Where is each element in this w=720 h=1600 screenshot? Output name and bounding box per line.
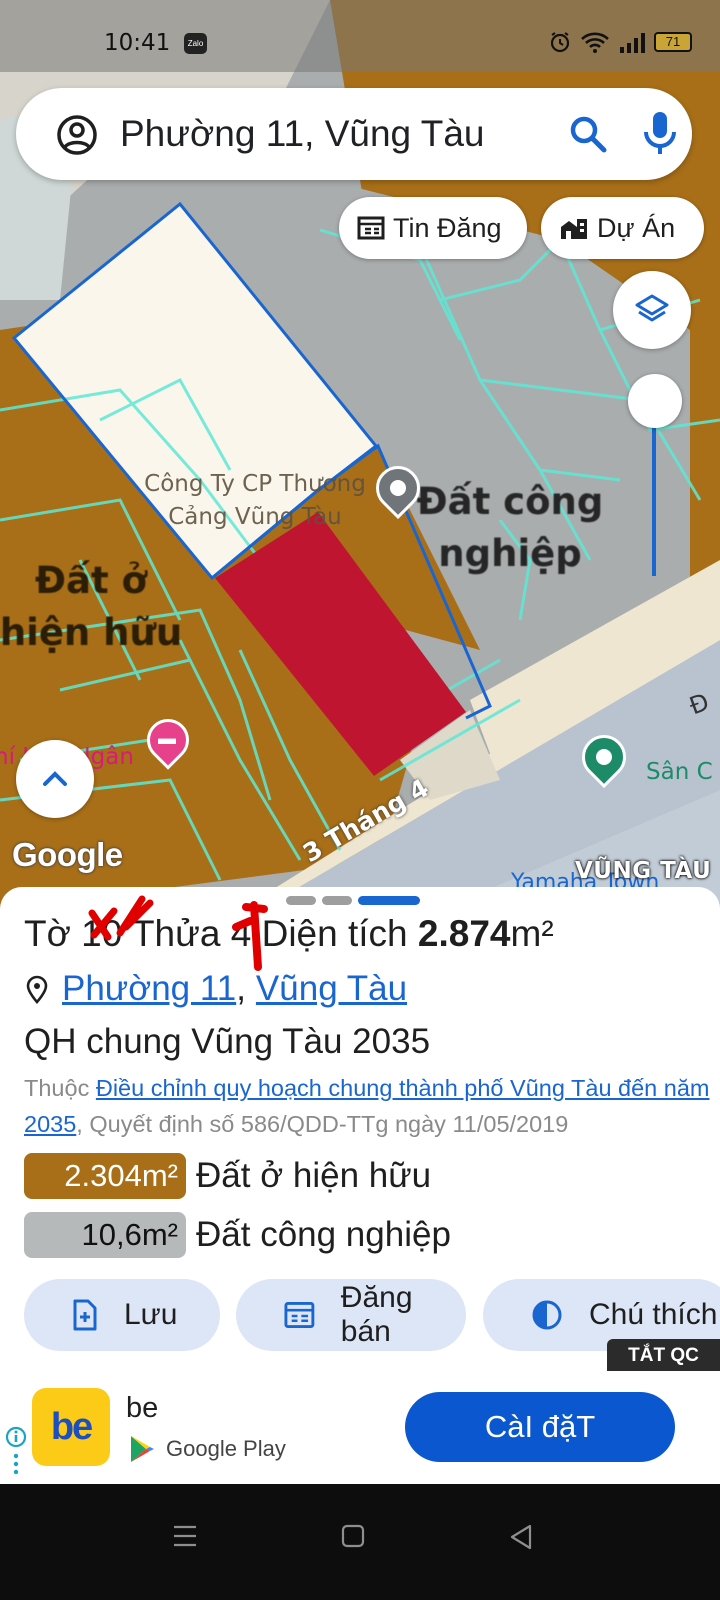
- search-icon[interactable]: [568, 114, 608, 154]
- opacity-slider-knob[interactable]: [628, 374, 682, 428]
- red-scribble-parcel: [232, 901, 268, 971]
- save-label: Lưu: [124, 1298, 178, 1331]
- add-file-icon: [73, 1299, 97, 1331]
- news-chip-label: Tin Đăng: [393, 212, 502, 243]
- sheet-handle[interactable]: [286, 896, 420, 905]
- zone-row-residential: 2.304m² Đất ở hiện hữu: [24, 1153, 431, 1199]
- plan-description: Thuộc Điều chỉnh quy hoạch chung thành p…: [24, 1070, 714, 1142]
- ad-info-icon[interactable]: [4, 1426, 30, 1482]
- news-chip[interactable]: Tin Đăng: [339, 197, 527, 259]
- listing-icon: [284, 1302, 315, 1328]
- post-sale-button[interactable]: Đăng bán: [236, 1279, 466, 1351]
- system-nav-bar: [0, 1484, 720, 1600]
- ward-link[interactable]: Phường 11: [62, 969, 236, 1009]
- ad-app-name[interactable]: be: [126, 1392, 158, 1425]
- layers-button[interactable]: [613, 271, 691, 349]
- map-label-industrial-zone: Đất công nghiệp: [416, 480, 604, 575]
- map-view[interactable]: Công Ty CP Thương Cảng Vũng Tàu Đất công…: [0, 0, 720, 910]
- map-label-company: Công Ty CP Thương Cảng Vũng Tàu: [144, 471, 366, 530]
- chevron-up-icon: [43, 771, 67, 786]
- status-icons: 71: [548, 30, 692, 54]
- layers-icon: [635, 294, 669, 322]
- google-logo: Google: [12, 836, 123, 873]
- zone-area-badge: 10,6m²: [24, 1212, 186, 1258]
- projects-chip-label: Dự Án: [597, 212, 676, 243]
- zone-label: Đất ở hiện hữu: [196, 1156, 432, 1195]
- zone-row-industrial: 10,6m² Đất công nghiệp: [24, 1212, 451, 1258]
- battery-icon: 71: [654, 32, 692, 52]
- buildings-icon: [561, 219, 587, 239]
- legend-label: Chú thích: [589, 1298, 718, 1331]
- area-unit: m²: [510, 913, 554, 954]
- expand-up-button[interactable]: [16, 740, 94, 818]
- save-button[interactable]: Lưu: [24, 1279, 220, 1351]
- zone-label: Đất công nghiệp: [196, 1215, 451, 1254]
- wifi-icon: [581, 32, 609, 53]
- signal-icon: [620, 33, 645, 53]
- mic-icon[interactable]: [642, 110, 678, 158]
- home-nav-icon[interactable]: [341, 1524, 365, 1548]
- be-app-logo[interactable]: be: [32, 1388, 110, 1466]
- status-bar: 10:41 Zalo 71: [0, 0, 720, 72]
- contrast-icon: [532, 1300, 562, 1330]
- search-input[interactable]: [120, 106, 540, 162]
- location-line: Phường 11, Vũng Tàu: [24, 969, 407, 1009]
- google-play-label: Google Play: [166, 1436, 286, 1461]
- plan-decision: , Quyết định số 586/QDD-TTg ngày 11/05/2…: [76, 1111, 569, 1137]
- city-link[interactable]: Vũng Tàu: [256, 969, 407, 1009]
- search-bar[interactable]: [16, 88, 692, 180]
- turn-off-ads-button[interactable]: TẮT QC: [607, 1339, 720, 1373]
- google-play-icon: [131, 1436, 154, 1462]
- post-sale-label: Đăng bán: [340, 1281, 413, 1348]
- zalo-notification-icon: Zalo: [184, 33, 207, 54]
- account-icon[interactable]: [56, 114, 98, 156]
- projects-chip[interactable]: Dự Án: [541, 197, 704, 259]
- location-separator: ,: [236, 969, 246, 1008]
- status-time: 10:41: [104, 30, 171, 56]
- install-button[interactable]: CàI đặT: [405, 1392, 675, 1462]
- belongs-label: Thuộc: [24, 1075, 90, 1101]
- plan-title: QH chung Vũng Tàu 2035: [24, 1022, 431, 1061]
- area-value: 2.874: [417, 913, 511, 954]
- parcel-info-sheet[interactable]: Tờ 10 Thửa 4 Diện tích 2.874m² Phường 11…: [0, 887, 720, 1371]
- newspaper-icon: [357, 216, 385, 240]
- bed-icon: ▬: [158, 728, 176, 748]
- alarm-icon: [550, 32, 570, 53]
- map-label-poi[interactable]: Sân C: [646, 759, 713, 785]
- map-label-residential-zone: Đất ở hiện hữu: [0, 559, 183, 654]
- sheet-label: Tờ: [24, 913, 71, 954]
- map-label-city: VŨNG TÀU: [575, 858, 712, 884]
- zone-area-badge: 2.304m²: [24, 1153, 186, 1199]
- back-nav-icon[interactable]: [508, 1524, 534, 1550]
- location-pin-icon: [26, 975, 48, 1004]
- ad-store: Google Play: [128, 1434, 286, 1464]
- red-scribble-sheet: [88, 895, 154, 941]
- menu-nav-icon[interactable]: [172, 1524, 198, 1548]
- area-label: Diện tích: [261, 913, 408, 954]
